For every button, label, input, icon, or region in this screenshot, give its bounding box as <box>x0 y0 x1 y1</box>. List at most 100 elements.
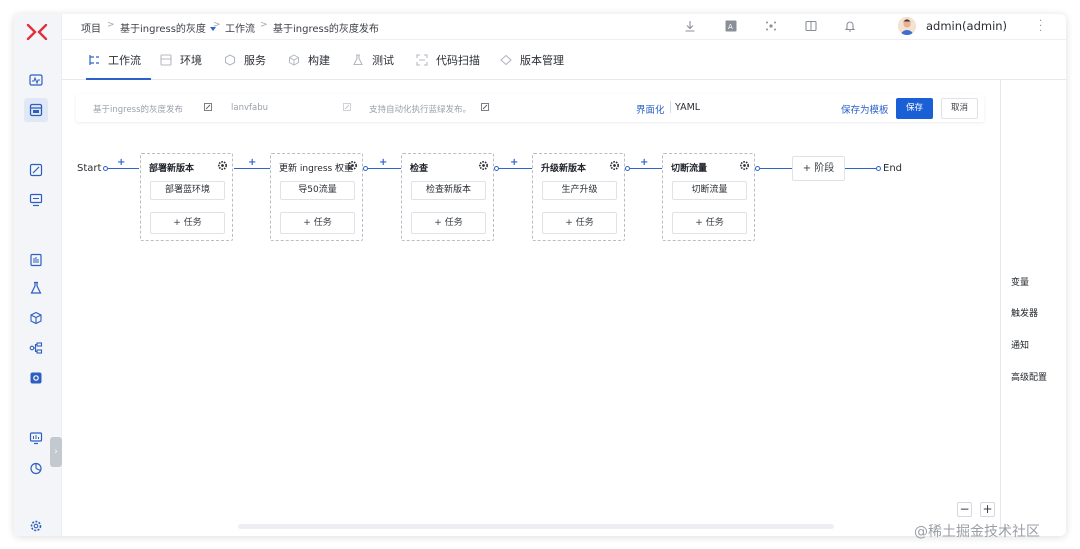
test-icon <box>352 54 364 66</box>
connector-line <box>234 168 270 169</box>
plugin-icon[interactable] <box>764 19 778 33</box>
stage-card[interactable]: 升级新版本 生产升级 + 任务 <box>532 153 625 241</box>
breadcrumb-project[interactable]: 项目 <box>81 20 101 35</box>
stage-card[interactable]: 更新 ingress 权重 导50流量 + 任务 <box>270 153 363 241</box>
download-icon[interactable] <box>683 19 697 33</box>
workflow-name-field[interactable]: 基于ingress的灰度发布 <box>93 103 183 115</box>
job-card[interactable]: 导50流量 <box>280 181 355 200</box>
cancel-button[interactable]: 取消 <box>941 98 978 119</box>
tab-build[interactable]: 构建 <box>288 40 330 80</box>
dashboard-icon[interactable] <box>28 430 44 446</box>
workflow-description-field[interactable]: 支持自动化执行蓝绿发布。 <box>369 103 471 115</box>
tab-environment[interactable]: 环境 <box>160 40 202 80</box>
gear-icon[interactable] <box>609 160 620 171</box>
add-stage-plus[interactable]: + <box>117 157 125 168</box>
top-bar: 项目 > 基于ingress的灰度 > 工作流 > 基于ingress的灰度发布… <box>62 14 1066 40</box>
variables-tab[interactable]: 变量 <box>1011 275 1029 288</box>
more-menu-icon[interactable]: · · · <box>1039 17 1042 37</box>
gear-icon[interactable] <box>739 160 750 171</box>
gear-icon[interactable] <box>478 160 489 171</box>
workflow-key-field[interactable]: lanvfabu <box>231 103 268 113</box>
add-task-button[interactable]: + 任务 <box>411 212 486 234</box>
tab-workflow[interactable]: 工作流 <box>86 40 151 80</box>
save-as-template-link[interactable]: 保存为模板 <box>841 102 889 116</box>
add-stage-plus[interactable]: + <box>640 157 648 168</box>
stage-title: 升级新版本 <box>541 164 587 174</box>
connector-node <box>876 166 881 171</box>
project-icon[interactable] <box>24 98 48 122</box>
job-card[interactable]: 检查新版本 <box>411 181 486 200</box>
report-icon[interactable] <box>28 252 44 268</box>
tab-code-scan-label: 代码扫描 <box>436 54 480 67</box>
add-stage-plus[interactable]: + <box>379 157 387 168</box>
horizontal-scrollbar[interactable] <box>238 524 834 529</box>
gear-icon[interactable] <box>347 160 358 171</box>
connector-line <box>759 168 792 169</box>
breadcrumb-workflow[interactable]: 工作流 <box>225 20 255 35</box>
stage-card[interactable]: 切断流量 切断流量 + 任务 <box>662 153 755 241</box>
stage-title: 切断流量 <box>671 164 708 174</box>
deploy-icon[interactable] <box>28 192 44 208</box>
gear-icon[interactable] <box>217 160 228 171</box>
edit-icon[interactable] <box>204 103 212 111</box>
stage-card[interactable]: 部署新版本 部署蓝环境 + 任务 <box>140 153 233 241</box>
job-card[interactable]: 部署蓝环境 <box>150 181 225 200</box>
add-task-button[interactable]: + 任务 <box>280 212 355 234</box>
breadcrumb-separator: > <box>107 20 115 30</box>
stage-title: 更新 ingress 权重 <box>279 164 354 174</box>
breadcrumb-separator: > <box>260 20 268 30</box>
stage-title: 部署新版本 <box>149 164 195 174</box>
version-icon <box>500 54 512 66</box>
tab-code-scan[interactable]: 代码扫描 <box>416 40 480 80</box>
breadcrumb-project-name[interactable]: 基于ingress的灰度 <box>120 20 216 35</box>
tab-service[interactable]: 服务 <box>224 40 266 80</box>
pipeline-start-label: Start <box>77 163 102 174</box>
add-task-button[interactable]: + 任务 <box>672 212 747 234</box>
build-icon <box>288 54 300 66</box>
zoom-out-button[interactable]: − <box>957 502 972 517</box>
advanced-config-tab[interactable]: 高级配置 <box>1011 370 1047 383</box>
zoom-in-button[interactable]: + <box>980 502 995 517</box>
add-stage-plus[interactable]: + <box>248 157 256 168</box>
service-icon <box>224 54 236 66</box>
bell-icon[interactable] <box>843 19 857 33</box>
mode-ui-toggle[interactable]: 界面化 <box>636 102 665 116</box>
notifications-tab[interactable]: 通知 <box>1011 338 1029 351</box>
save-button[interactable]: 保存 <box>896 98 933 119</box>
gear-icon[interactable] <box>28 518 44 534</box>
settings-side-panel: 变量 触发器 通知 高级配置 <box>1000 80 1066 536</box>
user-name[interactable]: admin(admin) <box>926 19 1007 33</box>
add-stage-button[interactable]: + 阶段 <box>792 156 845 181</box>
edit-doc-icon[interactable] <box>28 162 44 178</box>
pipeline-end-label: End <box>883 163 903 174</box>
avatar[interactable] <box>898 17 916 35</box>
tab-version[interactable]: 版本管理 <box>500 40 564 80</box>
pipeline-icon[interactable] <box>28 340 44 356</box>
breadcrumb-project-name-label: 基于ingress的灰度 <box>120 24 206 35</box>
flask-icon[interactable] <box>28 280 44 296</box>
sidebar: › <box>14 14 62 536</box>
add-task-button[interactable]: + 任务 <box>542 212 617 234</box>
monitor-pulse-icon[interactable] <box>28 72 44 88</box>
add-task-button[interactable]: + 任务 <box>150 212 225 234</box>
mode-yaml-toggle[interactable]: YAML <box>675 102 700 113</box>
settings-box-icon[interactable] <box>28 370 44 386</box>
language-icon[interactable]: A <box>724 19 738 33</box>
stage-title: 检查 <box>410 164 429 174</box>
edit-icon[interactable] <box>481 103 489 111</box>
logo-icon[interactable] <box>25 24 49 40</box>
stage-card[interactable]: 检查 检查新版本 + 任务 <box>401 153 494 241</box>
job-card[interactable]: 生产升级 <box>542 181 617 200</box>
tab-test[interactable]: 测试 <box>352 40 394 80</box>
scan-icon <box>416 54 428 66</box>
sidebar-collapse-handle[interactable]: › <box>50 437 62 467</box>
edit-icon[interactable] <box>343 103 351 111</box>
job-card[interactable]: 切断流量 <box>672 181 747 200</box>
workflow-icon <box>88 54 100 66</box>
triggers-tab[interactable]: 触发器 <box>1011 306 1038 319</box>
book-icon[interactable] <box>804 19 818 33</box>
pie-chart-icon[interactable] <box>28 460 44 476</box>
svg-text:A: A <box>728 23 733 31</box>
cube-icon[interactable] <box>28 310 44 326</box>
add-stage-plus[interactable]: + <box>510 157 518 168</box>
